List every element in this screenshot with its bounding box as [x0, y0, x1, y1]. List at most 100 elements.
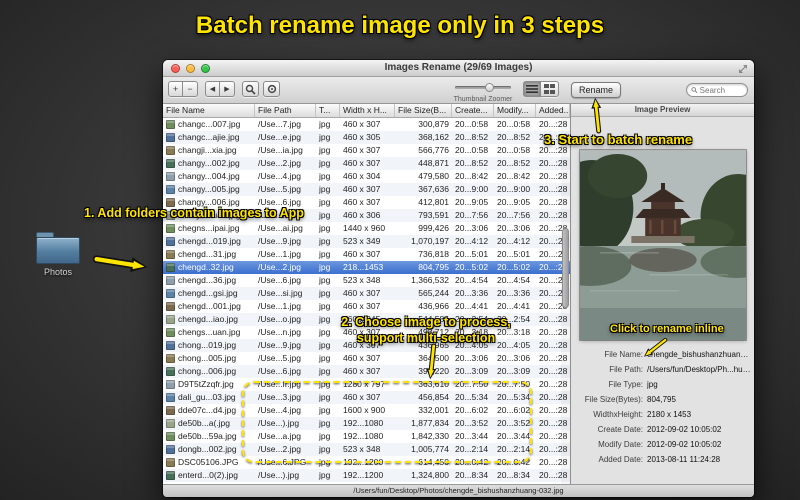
preview-field[interactable]: File Type: jpg — [571, 377, 754, 392]
table-row[interactable]: chengd...gsi.jpg/Use...si.jpg jpg 460 x 30… — [163, 287, 570, 300]
annotation-step3: 3. Start to batch rename — [544, 132, 693, 147]
view-list-button[interactable] — [523, 81, 541, 97]
status-bar: /Users/fun/Desktop/Photos/chengde_bishus… — [163, 484, 754, 497]
window-titlebar[interactable]: Images Rename (29/69 Images) — [163, 60, 754, 77]
column-header[interactable]: File Size(B... — [395, 104, 452, 117]
table-header: File Name File Path T... Width x H... File S… — [163, 104, 570, 118]
column-header[interactable]: File Name — [163, 104, 255, 117]
thumbnail-zoomer-label: Thumbnail Zoomer — [453, 96, 513, 103]
multi-selection-dashed-box — [242, 381, 532, 463]
table-row[interactable]: chengd...001.jpg/Use...1.jpg jpg 460 x 307… — [163, 300, 570, 313]
preview-field[interactable]: Modify Date: 2012-09-02 10:05:02 — [571, 437, 754, 452]
annotation-step1: 1. Add folders contain images to App — [84, 206, 304, 220]
scrollbar-thumb[interactable] — [562, 228, 569, 308]
preview-panel: Image Preview File Name: chengde_bishush… — [570, 104, 754, 484]
add-button[interactable]: + — [168, 81, 183, 97]
table-row[interactable]: chengd..32.jpg/Use...2.jpg jpg 218...1453 8… — [163, 261, 570, 274]
thumbnail-zoom-slider[interactable] — [455, 83, 511, 92]
column-header[interactable]: T... — [316, 104, 340, 117]
close-button[interactable] — [171, 64, 180, 73]
file-thumbnail-icon — [166, 380, 175, 389]
table-row[interactable]: changc...ajie.jpg/Use...e.jpg jpg 460 x 30… — [163, 131, 570, 144]
table-row[interactable]: chengd...019.jpg/Use...9.jpg jpg 523 x 349… — [163, 235, 570, 248]
zoom-button[interactable] — [201, 64, 210, 73]
fullscreen-icon[interactable] — [738, 64, 748, 74]
annotation-step2: 2. Choose image to process, support mult… — [341, 315, 511, 345]
table-row[interactable]: changy...004.jpg/Use...4.jpg jpg 460 x 304… — [163, 170, 570, 183]
column-header[interactable]: Create... — [452, 104, 494, 117]
search-field[interactable] — [686, 83, 748, 97]
file-thumbnail-icon — [166, 237, 175, 246]
file-thumbnail-icon — [166, 120, 175, 129]
file-thumbnail-icon — [166, 354, 175, 363]
window-title: Images Rename (29/69 Images) — [384, 62, 533, 73]
preview-field[interactable]: File Name:chengde_bishushanzhuang-032.jp… — [571, 347, 754, 362]
file-thumbnail-icon — [166, 393, 175, 402]
file-thumbnail-icon — [166, 289, 175, 298]
search-icon — [691, 87, 698, 94]
column-header[interactable]: Modify... — [494, 104, 536, 117]
table-row[interactable]: chong...006.jpg/Use...6.jpgjpg460 x 3073… — [163, 365, 570, 378]
table-row[interactable]: chong...005.jpg/Use...5.jpgjpg460 x 3073… — [163, 352, 570, 365]
file-thumbnail-icon — [166, 406, 175, 415]
file-thumbnail-icon — [166, 419, 175, 428]
minimize-button[interactable] — [186, 64, 195, 73]
slider-knob[interactable] — [485, 83, 494, 92]
file-thumbnail-icon — [166, 185, 175, 194]
column-header[interactable]: File Path — [255, 104, 316, 117]
desktop-background: { "headline": "Batch rename image only i… — [0, 0, 800, 500]
file-thumbnail-icon — [166, 172, 175, 181]
file-thumbnail-icon — [166, 224, 175, 233]
preview-field[interactable]: Create Date: 2012-09-02 10:05:02 — [571, 422, 754, 437]
step1-arrow-icon — [92, 255, 148, 273]
magnifier-icon — [245, 84, 256, 95]
rename-button[interactable]: Rename — [571, 82, 621, 98]
preview-image — [579, 150, 746, 340]
page-headline: Batch rename image only in 3 steps — [195, 12, 605, 39]
preview-field[interactable]: WidthxHeight: 2180 x 1453 — [571, 407, 754, 422]
column-header[interactable]: Width x H... — [340, 104, 395, 117]
file-thumbnail-icon — [166, 432, 175, 441]
table-row[interactable]: changy...005.jpg/Use...5.jpg jpg 460 x 307… — [163, 183, 570, 196]
table-row[interactable]: changy...002.jpg/Use...2.jpg jpg 460 x 307… — [163, 157, 570, 170]
action-icon — [267, 84, 276, 94]
file-thumbnail-icon — [166, 302, 175, 311]
file-thumbnail-icon — [166, 445, 175, 454]
file-thumbnail-icon — [166, 133, 175, 142]
table-row[interactable]: chegns...ipai.jpg/Use...ai.jpg jpg 1440 x … — [163, 222, 570, 235]
list-icon — [526, 85, 538, 93]
table-row[interactable]: chengd...31.jpg/Use...1.jpg jpg 460 x 307 7… — [163, 248, 570, 261]
preview-field[interactable]: File Size(Bytes): 804,795 — [571, 392, 754, 407]
column-header[interactable]: Added... — [536, 104, 570, 117]
file-thumbnail-icon — [166, 159, 175, 168]
file-thumbnail-icon — [166, 341, 175, 350]
file-thumbnail-icon — [166, 315, 175, 324]
toolbar: + − ◀ ▶ Thumbnail Zoomer Rename Search — [163, 77, 754, 104]
preview-field[interactable]: Added Date: 2013-08-11 11:24:28 — [571, 452, 754, 467]
back-button[interactable]: ◀ — [205, 81, 220, 97]
file-thumbnail-icon — [166, 458, 175, 467]
magnify-button[interactable] — [242, 81, 259, 97]
file-thumbnail-icon — [166, 471, 175, 480]
table-row[interactable]: changc...007.jpg/Use...7.jpg jpg 460 x 307… — [163, 118, 570, 131]
table-row[interactable]: enterd...0(2).jpg/Use...).jpg jpg 192...12… — [163, 469, 570, 482]
photos-folder[interactable]: Photos — [36, 232, 80, 277]
search-input[interactable] — [699, 85, 743, 95]
preview-field[interactable]: File Path:/Users/fun/Desktop/Ph...hushan… — [571, 362, 754, 377]
table-scrollbar[interactable] — [561, 118, 570, 484]
view-grid-button[interactable] — [541, 81, 559, 97]
file-thumbnail-icon — [166, 276, 175, 285]
photos-folder-label: Photos — [43, 267, 73, 277]
file-thumbnail-icon — [166, 250, 175, 259]
file-thumbnail-icon — [166, 367, 175, 376]
forward-button[interactable]: ▶ — [220, 81, 235, 97]
table-row[interactable]: chengd...36.jpg/Use...6.jpg jpg 523 x 348 1… — [163, 274, 570, 287]
file-thumbnail-icon — [166, 146, 175, 155]
table-row[interactable]: changji...xia.jpg/Use...ia.jpg jpg 460 x 3… — [163, 144, 570, 157]
action-button[interactable] — [263, 81, 280, 97]
file-thumbnail-icon — [166, 328, 175, 337]
grid-icon — [544, 84, 555, 94]
remove-button[interactable]: − — [183, 81, 198, 97]
file-thumbnail-icon — [166, 263, 175, 272]
status-path: /Users/fun/Desktop/Photos/chengde_bishus… — [353, 486, 564, 495]
